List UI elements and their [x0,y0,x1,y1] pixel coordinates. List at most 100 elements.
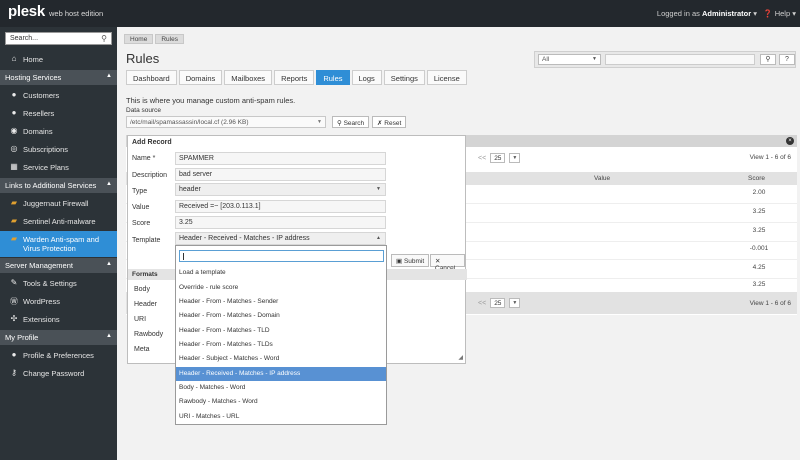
warden-icon: ▰ [10,234,18,243]
search-icon: ⚲ [765,56,771,63]
sidebar-item-warden[interactable]: ▰ Warden Anti-spam and Virus Protection [0,231,117,257]
search-scope-select[interactable]: All ▼ [538,54,601,65]
search-icon[interactable]: ⚲ [101,34,107,43]
page-description: This is where you manage custom anti-spa… [126,96,296,105]
template-option[interactable]: URI - Matches - URL [176,410,386,424]
template-search-input[interactable] [179,250,384,262]
global-search-input[interactable] [605,54,755,65]
data-source-search-button[interactable]: ⚲ Search [332,116,370,128]
chevron-down-icon[interactable]: ▼ [509,298,521,308]
type-select[interactable]: header ▼ [175,183,386,196]
sidebar-item-service-plans[interactable]: ▦ Service Plans [0,159,117,176]
data-source-select[interactable]: /etc/mail/spamassassin/local.cf (2.96 KB… [126,116,326,128]
tab-rules[interactable]: Rules [316,70,350,85]
wordpress-icon: Ⓦ [10,297,18,306]
template-option[interactable]: Header - Subject - Matches - Word [176,352,386,366]
resize-handle-icon[interactable]: ◢ [458,354,463,361]
submit-button[interactable]: ▣ Submit [391,254,430,267]
collapse-icon[interactable]: ▲ [106,333,112,339]
sidebar-search-input[interactable]: Search... [10,35,38,42]
score-cell: 3.25 [752,227,766,234]
template-option[interactable]: Header - From - Matches - Domain [176,309,386,323]
tab-reports[interactable]: Reports [274,70,315,85]
description-field[interactable]: bad server [175,168,386,181]
template-option-highlighted[interactable]: Header - Received - Matches - IP address [176,367,386,381]
sidebar: Search... ⚲ ⌂ Home Hosting Services ▲ ● Cus… [0,27,117,460]
format-rawbody[interactable]: Rawbody [134,331,163,338]
template-option[interactable]: Load a template [176,266,386,280]
score-cell: 3.25 [752,208,766,215]
format-meta[interactable]: Meta [134,346,150,353]
sidebar-item-resellers[interactable]: ● Resellers [0,105,117,122]
sidebar-item-sentinel-anti-malware[interactable]: ▰ Sentinel Anti-malware [0,213,117,230]
user-menu[interactable]: Administrator [702,9,751,18]
service-plans-icon: ▦ [10,162,18,171]
score-cell: 2.00 [752,189,766,196]
breadcrumb-rules[interactable]: Rules [155,34,184,44]
sidebar-item-profile-preferences[interactable]: ● Profile & Preferences [0,347,117,364]
sidebar-item-tools-settings[interactable]: ✎ Tools & Settings [0,275,117,292]
sidebar-section-server-management[interactable]: Server Management ▲ [0,258,117,273]
collapse-icon[interactable]: ▲ [106,73,112,79]
score-field[interactable]: 3.25 [175,216,386,229]
tab-domains[interactable]: Domains [178,70,223,85]
format-body[interactable]: Body [134,286,150,293]
tab-logs[interactable]: Logs [351,70,382,85]
sidebar-item-wordpress[interactable]: Ⓦ WordPress [0,293,117,310]
help-menu[interactable]: Help [775,9,790,18]
value-field[interactable]: Received =~ [203.0.113.1] [175,200,386,213]
name-field[interactable]: SPAMMER [175,152,386,165]
format-uri[interactable]: URI [134,316,146,323]
sidebar-item-customers[interactable]: ● Customers [0,87,117,104]
reset-icon: ✗ [377,120,383,127]
value-label: Value [132,204,150,211]
column-score[interactable]: Score [748,175,765,182]
template-option[interactable]: Header - From - Matches - TLD [176,324,386,338]
template-option[interactable]: Header - From - Matches - TLDs [176,338,386,352]
sidebar-item-change-password[interactable]: ⚷ Change Password [0,365,117,382]
sidebar-item-domains[interactable]: ◉ Domains [0,123,117,140]
view-count: View 1 - 6 of 6 [749,154,791,161]
user-chevron-icon[interactable]: ▾ [753,9,757,18]
template-option[interactable]: Header - From - Matches - Sender [176,295,386,309]
per-page-select[interactable]: 25 [490,298,506,308]
score-cell: 3.25 [752,281,766,288]
help-chevron-icon[interactable]: ▾ [792,9,796,18]
data-source-reset-button[interactable]: ✗ Reset [372,116,407,128]
help-button[interactable]: ? [779,54,795,65]
prev-page-icon[interactable]: << [478,300,486,307]
chevron-down-icon[interactable]: ▼ [509,153,521,163]
tab-settings[interactable]: Settings [383,70,425,85]
sidebar-section-my-profile[interactable]: My Profile ▲ [0,330,117,345]
cancel-button[interactable]: ✕ Cancel [430,254,465,272]
prev-page-icon[interactable]: << [478,155,486,162]
template-select[interactable]: Header - Received - Matches - IP address… [175,232,386,245]
sidebar-item-juggernaut-firewall[interactable]: ▰ Juggernaut Firewall [0,195,117,212]
close-icon[interactable]: × [786,137,794,145]
description-label: Description [132,172,168,179]
sidebar-item-subscriptions[interactable]: ◎ Subscriptions [0,141,117,158]
column-value[interactable]: Value [594,175,610,182]
plesk-logo[interactable]: plesk [8,3,45,20]
sidebar-item-home[interactable]: ⌂ Home [0,51,117,68]
chevron-down-icon: ▼ [376,186,381,192]
sidebar-section-additional-services[interactable]: Links to Additional Services ▲ [0,178,117,193]
collapse-icon[interactable]: ▲ [106,181,112,187]
template-option[interactable]: Body - Matches - Word [176,381,386,395]
help-icon[interactable]: ❓ [763,9,772,18]
search-button[interactable]: ⚲ [760,54,776,65]
tab-dashboard[interactable]: Dashboard [126,70,177,85]
template-option[interactable]: Override - rule score [176,281,386,295]
per-page-select[interactable]: 25 [490,153,506,163]
collapse-icon[interactable]: ▲ [106,261,112,267]
sidebar-item-extensions[interactable]: ✣ Extensions [0,311,117,328]
tab-mailboxes[interactable]: Mailboxes [224,70,273,85]
template-option[interactable]: Rawbody - Matches - Word [176,395,386,409]
globe-icon: ◉ [10,126,18,135]
tab-license[interactable]: License [426,70,467,85]
chevron-up-icon: ▲ [376,235,381,241]
format-header[interactable]: Header [134,301,157,308]
breadcrumb-home[interactable]: Home [124,34,154,44]
sidebar-section-hosting-services[interactable]: Hosting Services ▲ [0,70,117,85]
sidebar-search[interactable]: Search... ⚲ [5,32,112,45]
